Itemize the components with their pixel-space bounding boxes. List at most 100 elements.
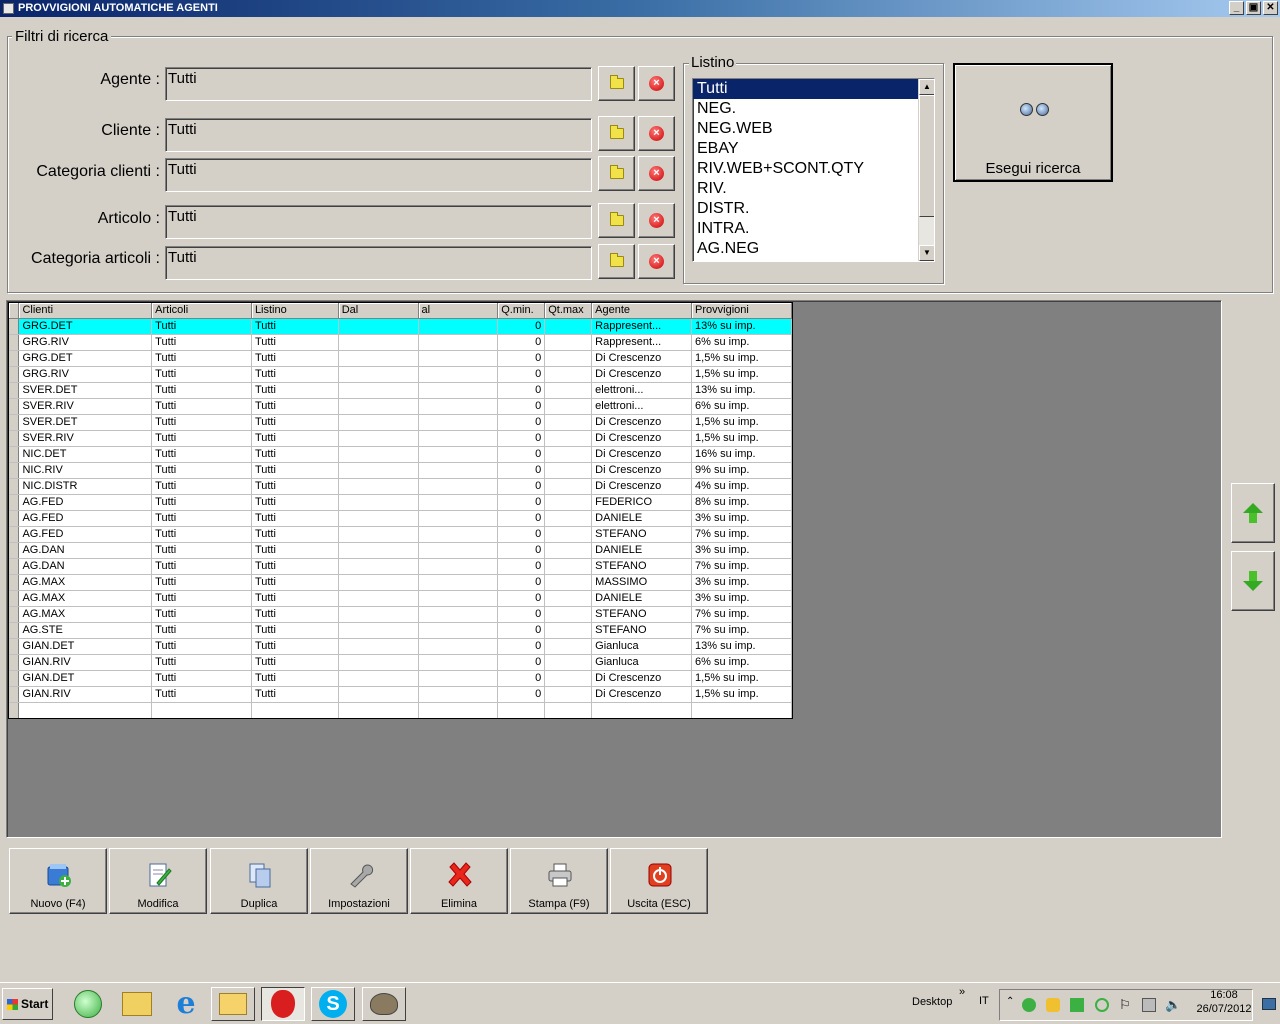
- taskbar-app-skype[interactable]: S: [311, 987, 355, 1021]
- row-indicator[interactable]: [9, 382, 20, 399]
- row-indicator[interactable]: [9, 590, 20, 607]
- row-indicator[interactable]: [9, 398, 20, 415]
- row-indicator[interactable]: [9, 430, 20, 447]
- categoria-articoli-clear-button[interactable]: ×: [638, 244, 675, 279]
- categoria-articoli-field[interactable]: Tutti: [165, 246, 592, 280]
- table-row[interactable]: GIAN.DET Tutti Tutti 0 Gianluca 13% su imp.: [9, 638, 792, 655]
- stampa-button[interactable]: Stampa (F9): [510, 848, 608, 914]
- cliente-browse-button[interactable]: [598, 116, 635, 151]
- taskbar-app-gimp[interactable]: [362, 987, 406, 1021]
- column-header[interactable]: Q.min.: [497, 303, 546, 319]
- table-row[interactable]: AG.DAN Tutti Tutti 0 STEFANO 7% su imp.: [9, 558, 792, 575]
- move-up-button[interactable]: [1231, 483, 1275, 543]
- listino-item[interactable]: RIV.: [693, 179, 918, 199]
- row-indicator[interactable]: [9, 526, 20, 543]
- row-indicator[interactable]: [9, 334, 20, 351]
- listino-item[interactable]: NEG.: [693, 99, 918, 119]
- show-desktop-icon[interactable]: [1262, 998, 1276, 1010]
- listino-scrollbar[interactable]: ▲ ▼: [918, 79, 934, 261]
- table-row[interactable]: AG.MAX Tutti Tutti 0 MASSIMO 3% su imp.: [9, 574, 792, 591]
- agente-clear-button[interactable]: ×: [638, 66, 675, 101]
- duplica-button[interactable]: Duplica: [210, 848, 308, 914]
- tray-flag-icon[interactable]: ⚐: [1119, 997, 1131, 1013]
- taskbar-app-globe[interactable]: [66, 987, 110, 1021]
- desktop-toolbar-label[interactable]: Desktop: [912, 996, 952, 1008]
- table-row[interactable]: SVER.DET Tutti Tutti 0 elettroni... 13% su im…: [9, 382, 792, 399]
- table-row[interactable]: GIAN.RIV Tutti Tutti 0 Gianluca 6% su imp.: [9, 654, 792, 671]
- provvigioni-grid[interactable]: Clienti Articoli Listino Dal al Q.min. Qt.max A…: [8, 302, 793, 719]
- table-row[interactable]: GIAN.DET Tutti Tutti 0 Di Crescenzo 1,5% su i…: [9, 670, 792, 687]
- taskbar-app-ie[interactable]: e: [164, 987, 208, 1021]
- cliente-field[interactable]: Tutti: [165, 118, 592, 152]
- row-indicator[interactable]: [9, 478, 20, 495]
- scroll-thumb[interactable]: [919, 95, 934, 217]
- table-row[interactable]: NIC.RIV Tutti Tutti 0 Di Crescenzo 9% su imp.: [9, 462, 792, 479]
- cliente-clear-button[interactable]: ×: [638, 116, 675, 151]
- listino-item[interactable]: Tutti: [693, 79, 918, 99]
- empty-row[interactable]: [9, 702, 792, 718]
- table-row[interactable]: AG.MAX Tutti Tutti 0 DANIELE 3% su imp.: [9, 590, 792, 607]
- row-indicator[interactable]: [9, 638, 20, 655]
- listino-listbox[interactable]: Tutti NEG. NEG.WEB EBAY RIV.WEB+SCONT.QTY RIV…: [692, 78, 935, 262]
- nuovo-button[interactable]: Nuovo (F4): [9, 848, 107, 914]
- modifica-button[interactable]: Modifica: [109, 848, 207, 914]
- taskbar-clock[interactable]: 16:08 26/07/2012: [1192, 988, 1256, 1016]
- table-row[interactable]: GRG.RIV Tutti Tutti 0 Di Crescenzo 1,5% su im…: [9, 366, 792, 383]
- tray-monitor-icon[interactable]: [1070, 998, 1084, 1012]
- column-header[interactable]: Agente: [591, 303, 693, 319]
- language-indicator[interactable]: IT: [979, 995, 989, 1007]
- column-header[interactable]: Listino: [251, 303, 339, 319]
- table-row[interactable]: GRG.RIV Tutti Tutti 0 Rappresent... 6% su imp…: [9, 334, 792, 351]
- row-indicator[interactable]: [9, 654, 20, 671]
- row-indicator[interactable]: [9, 318, 20, 335]
- esegui-ricerca-button[interactable]: Esegui ricerca: [953, 63, 1113, 182]
- scroll-down-arrow[interactable]: ▼: [919, 245, 934, 261]
- row-indicator[interactable]: [9, 366, 20, 383]
- column-header[interactable]: Clienti: [18, 303, 153, 319]
- agente-field[interactable]: Tutti: [165, 67, 592, 101]
- categoria-clienti-browse-button[interactable]: [598, 156, 635, 191]
- categoria-clienti-clear-button[interactable]: ×: [638, 156, 675, 191]
- table-row[interactable]: AG.STE Tutti Tutti 0 STEFANO 7% su imp.: [9, 622, 792, 639]
- articolo-field[interactable]: Tutti: [165, 205, 592, 239]
- tray-sync-icon[interactable]: [1095, 998, 1109, 1012]
- row-indicator[interactable]: [9, 542, 20, 559]
- elimina-button[interactable]: Elimina: [410, 848, 508, 914]
- table-row[interactable]: AG.DAN Tutti Tutti 0 DANIELE 3% su imp.: [9, 542, 792, 559]
- table-row[interactable]: GIAN.RIV Tutti Tutti 0 Di Crescenzo 1,5% su i…: [9, 686, 792, 703]
- table-row[interactable]: AG.FED Tutti Tutti 0 DANIELE 3% su imp.: [9, 510, 792, 527]
- row-indicator[interactable]: [9, 414, 20, 431]
- row-indicator[interactable]: [9, 574, 20, 591]
- row-indicator[interactable]: [9, 622, 20, 639]
- table-row[interactable]: GRG.DET Tutti Tutti 0 Di Crescenzo 1,5% su im…: [9, 350, 792, 367]
- row-indicator[interactable]: [9, 510, 20, 527]
- table-row[interactable]: AG.FED Tutti Tutti 0 STEFANO 7% su imp.: [9, 526, 792, 543]
- taskbar-app-mail[interactable]: [211, 987, 255, 1021]
- row-indicator[interactable]: [9, 558, 20, 575]
- tray-network-icon[interactable]: [1142, 998, 1156, 1012]
- tray-check-icon[interactable]: [1022, 998, 1036, 1012]
- scroll-up-arrow[interactable]: ▲: [919, 79, 934, 95]
- table-row[interactable]: SVER.RIV Tutti Tutti 0 elettroni... 6% su imp…: [9, 398, 792, 415]
- column-header[interactable]: Provvigioni: [691, 303, 792, 319]
- row-indicator[interactable]: [9, 494, 20, 511]
- tray-expand-icon[interactable]: ⌃: [1006, 996, 1014, 1007]
- table-row[interactable]: AG.FED Tutti Tutti 0 FEDERICO 8% su imp.: [9, 494, 792, 511]
- taskbar-app-strawberry[interactable]: [261, 987, 305, 1021]
- column-header[interactable]: Dal: [338, 303, 419, 319]
- listino-item[interactable]: RIV.WEB+SCONT.QTY: [693, 159, 918, 179]
- impostazioni-button[interactable]: Impostazioni: [310, 848, 408, 914]
- row-indicator[interactable]: [9, 462, 20, 479]
- table-row[interactable]: SVER.RIV Tutti Tutti 0 Di Crescenzo 1,5% su i…: [9, 430, 792, 447]
- table-row[interactable]: AG.MAX Tutti Tutti 0 STEFANO 7% su imp.: [9, 606, 792, 623]
- uscita-button[interactable]: Uscita (ESC): [610, 848, 708, 914]
- table-row[interactable]: NIC.DISTR Tutti Tutti 0 Di Crescenzo 4% su im…: [9, 478, 792, 495]
- articolo-browse-button[interactable]: [598, 203, 635, 238]
- table-row[interactable]: GRG.DET Tutti Tutti 0 Rappresent... 13% su im…: [9, 318, 792, 335]
- listino-item[interactable]: DISTR.: [693, 199, 918, 219]
- tray-volume-icon[interactable]: 🔈: [1165, 997, 1181, 1013]
- articolo-clear-button[interactable]: ×: [638, 203, 675, 238]
- minimize-button[interactable]: _: [1229, 1, 1244, 15]
- restore-button[interactable]: ▣: [1246, 1, 1261, 15]
- agente-browse-button[interactable]: [598, 66, 635, 101]
